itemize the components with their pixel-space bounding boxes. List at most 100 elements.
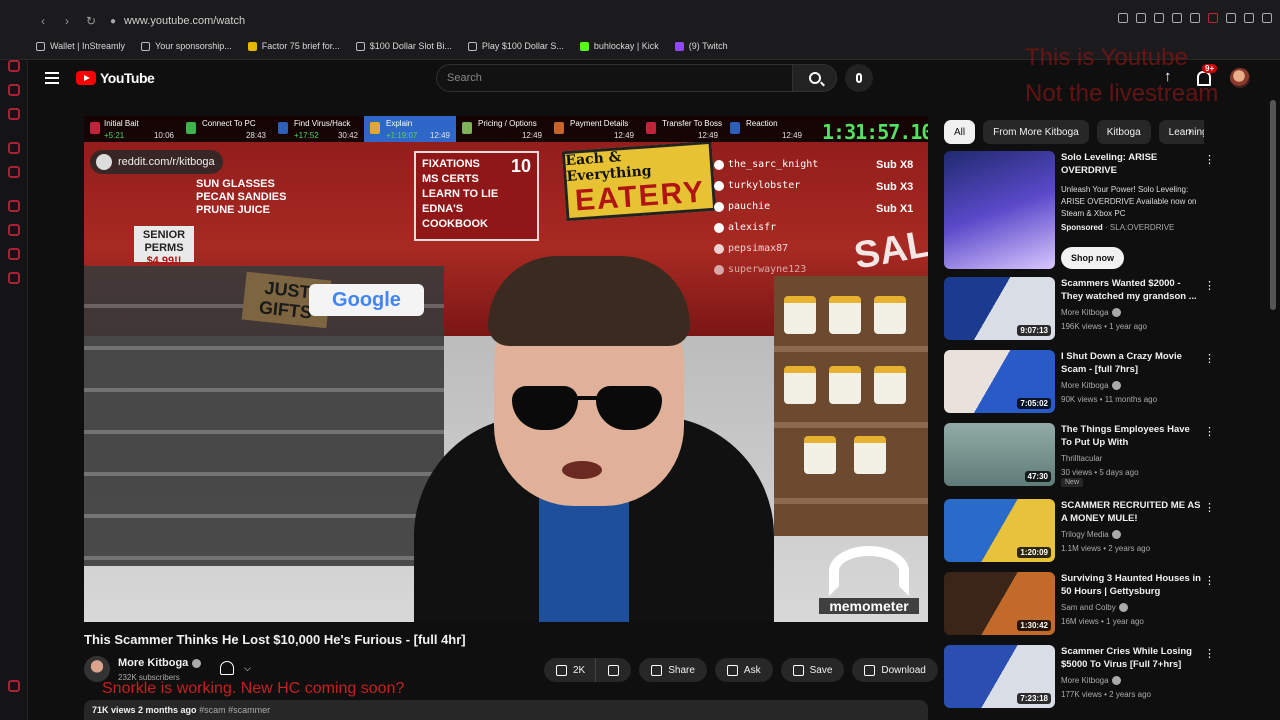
split-time: 30:42 bbox=[337, 131, 358, 140]
recommendation-title[interactable]: Scammers Wanted $2000 - They watched my … bbox=[1061, 277, 1201, 303]
channel-name[interactable]: More Kitboga bbox=[118, 657, 202, 669]
duration-badge: 1:20:09 bbox=[1017, 547, 1051, 558]
duration-badge: 47:30 bbox=[1024, 471, 1051, 482]
dislike-button[interactable] bbox=[595, 658, 632, 682]
download-button[interactable]: Download bbox=[852, 658, 938, 682]
channel-avatar[interactable] bbox=[84, 656, 110, 682]
recommendation-item[interactable]: 7:05:02 I Shut Down a Crazy Movie Scam -… bbox=[944, 350, 1220, 418]
sponsored-ad[interactable]: Solo Leveling: ARISE OVERDRIVE ⋮ Unleash… bbox=[944, 151, 1220, 273]
bookmark-item[interactable]: $100 Dollar Slot Bi... bbox=[355, 41, 452, 51]
forward-icon[interactable]: › bbox=[58, 12, 76, 30]
sidebar-app-icon[interactable] bbox=[8, 248, 20, 260]
bookmark-item[interactable]: Your sponsorship... bbox=[141, 41, 232, 51]
ad-title[interactable]: Solo Leveling: ARISE OVERDRIVE bbox=[1061, 151, 1201, 177]
scrollbar-thumb[interactable] bbox=[1270, 100, 1276, 310]
recommendation-title[interactable]: SCAMMER RECRUITED ME AS A MONEY MULE! bbox=[1061, 499, 1201, 525]
more-vert-icon[interactable]: ⋮ bbox=[1204, 647, 1215, 660]
sidebar-app-icon[interactable] bbox=[8, 200, 20, 212]
page-scrollbar[interactable] bbox=[1270, 100, 1276, 720]
recommendation-title[interactable]: I Shut Down a Crazy Movie Scam - [full 7… bbox=[1061, 350, 1201, 376]
bookmark-item[interactable]: (9) Twitch bbox=[674, 41, 728, 51]
more-vert-icon[interactable]: ⋮ bbox=[1204, 352, 1215, 365]
recommendation-channel[interactable]: Trilogy Media bbox=[1061, 530, 1121, 539]
recommendation-item[interactable]: 47:30 The Things Employees Have To Put U… bbox=[944, 423, 1220, 493]
sidebar-app-icon[interactable] bbox=[8, 680, 20, 692]
video-thumbnail[interactable]: 7:05:02 bbox=[944, 350, 1055, 413]
recommendation-channel[interactable]: More Kitboga bbox=[1061, 676, 1121, 685]
sidebar-app-icon[interactable] bbox=[8, 224, 20, 236]
video-thumbnail[interactable]: 47:30 bbox=[944, 423, 1055, 486]
recommendation-item[interactable]: 1:20:09 SCAMMER RECRUITED ME AS A MONEY … bbox=[944, 499, 1220, 567]
recommendation-title[interactable]: Surviving 3 Haunted Houses in 50 Hours |… bbox=[1061, 572, 1201, 598]
sidebar-app-icon[interactable] bbox=[8, 142, 20, 154]
bookmark-item[interactable]: Factor 75 brief for... bbox=[247, 41, 340, 51]
chip-from-more-kitboga[interactable]: From More Kitboga bbox=[983, 120, 1089, 144]
sidebar-app-icon[interactable] bbox=[8, 108, 20, 120]
shield-icon[interactable] bbox=[1154, 13, 1164, 23]
reload-icon[interactable]: ↻ bbox=[82, 12, 100, 30]
settings-icon[interactable] bbox=[1262, 13, 1272, 23]
bookmark-item[interactable]: Wallet | InStreamly bbox=[36, 41, 125, 51]
chip-learning[interactable]: Learning bbox=[1158, 120, 1204, 144]
hamburger-menu-icon[interactable] bbox=[45, 72, 59, 84]
more-vert-icon[interactable]: ⋮ bbox=[1204, 425, 1215, 438]
subscription-bell-icon[interactable] bbox=[220, 661, 234, 675]
play-icon[interactable] bbox=[1172, 13, 1182, 23]
like-button[interactable]: 2K bbox=[544, 658, 596, 682]
save-button[interactable]: Save bbox=[780, 658, 845, 682]
youtube-logo[interactable]: YouTube bbox=[76, 70, 155, 86]
recommendation-channel[interactable]: Sam and Colby bbox=[1061, 603, 1128, 612]
video-thumbnail[interactable]: 7:23:18 bbox=[944, 645, 1055, 708]
menu-icon[interactable] bbox=[1208, 13, 1218, 23]
video-thumbnail[interactable]: 1:30:42 bbox=[944, 572, 1055, 635]
chip-kitboga[interactable]: Kitboga bbox=[1096, 120, 1151, 144]
back-icon[interactable]: ‹ bbox=[34, 12, 52, 30]
more-vert-icon[interactable]: ⋮ bbox=[1204, 279, 1215, 292]
shop-now-button[interactable]: Shop now bbox=[1061, 247, 1124, 269]
search-input[interactable]: Search bbox=[436, 64, 793, 92]
recommendation-channel[interactable]: More Kitboga bbox=[1061, 308, 1121, 317]
video-player[interactable]: FIXATIONS MS CERTS LEARN TO LIE EDNA'S C… bbox=[84, 116, 928, 622]
share-button[interactable]: Share bbox=[639, 658, 707, 682]
ad-description: Unleash Your Power! Solo Leveling: ARISE… bbox=[1061, 185, 1197, 218]
chevron-down-icon[interactable]: ⌵ bbox=[244, 663, 251, 674]
description-box[interactable]: 71K views 2 months ago #scam #scammer bbox=[84, 700, 928, 720]
recommendation-title[interactable]: The Things Employees Have To Put Up With bbox=[1061, 423, 1201, 449]
video-thumbnail[interactable]: 1:20:09 bbox=[944, 499, 1055, 562]
scene-jar bbox=[854, 436, 886, 474]
more-vert-icon[interactable]: ⋮ bbox=[1204, 574, 1215, 587]
recommendation-title[interactable]: Scammer Cries While Losing $5000 To Viru… bbox=[1061, 645, 1201, 671]
voice-search-button[interactable] bbox=[845, 64, 873, 92]
video-thumbnail[interactable]: 9:07:13 bbox=[944, 277, 1055, 340]
ad-thumbnail[interactable] bbox=[944, 151, 1055, 269]
hashtags[interactable]: #scam #scammer bbox=[199, 705, 270, 715]
sidebar-app-icon[interactable] bbox=[8, 166, 20, 178]
chat-dot-icon bbox=[714, 264, 724, 275]
chevron-right-icon[interactable]: › bbox=[1188, 124, 1192, 138]
extension-icon[interactable] bbox=[1118, 13, 1128, 23]
download-icon[interactable] bbox=[1244, 13, 1254, 23]
recommendation-channel[interactable]: More Kitboga bbox=[1061, 381, 1121, 390]
heart-icon[interactable] bbox=[1190, 13, 1200, 23]
recommendation-item[interactable]: 9:07:13 Scammers Wanted $2000 - They wat… bbox=[944, 277, 1220, 345]
account-avatar[interactable] bbox=[1230, 68, 1250, 88]
more-vert-icon[interactable]: ⋮ bbox=[1204, 501, 1215, 514]
sub-count: Sub X3 bbox=[876, 181, 914, 193]
recommendation-item[interactable]: 7:23:18 Scammer Cries While Losing $5000… bbox=[944, 645, 1220, 713]
chip-all[interactable]: All bbox=[944, 120, 976, 144]
sidebar-app-icon[interactable] bbox=[8, 84, 20, 96]
recommendation-channel[interactable]: Thrilltacular bbox=[1061, 454, 1102, 463]
profile-icon[interactable] bbox=[1226, 13, 1236, 23]
bookmark-item[interactable]: Play $100 Dollar S... bbox=[467, 41, 564, 51]
more-vert-icon[interactable]: ⋮ bbox=[1204, 153, 1215, 166]
address-bar[interactable]: www.youtube.com/watch bbox=[124, 15, 245, 27]
ask-button[interactable]: Ask bbox=[714, 658, 773, 682]
sidebar-app-icon[interactable] bbox=[8, 272, 20, 284]
search-button[interactable] bbox=[793, 64, 837, 92]
sidebar-app-icon[interactable] bbox=[8, 60, 20, 72]
bookmark-item[interactable]: buhlockay | Kick bbox=[579, 41, 659, 51]
split-icon bbox=[462, 122, 472, 134]
bookmark-icon[interactable] bbox=[1136, 13, 1146, 23]
split-name: Connect To PC bbox=[202, 119, 256, 128]
recommendation-item[interactable]: 1:30:42 Surviving 3 Haunted Houses in 50… bbox=[944, 572, 1220, 640]
